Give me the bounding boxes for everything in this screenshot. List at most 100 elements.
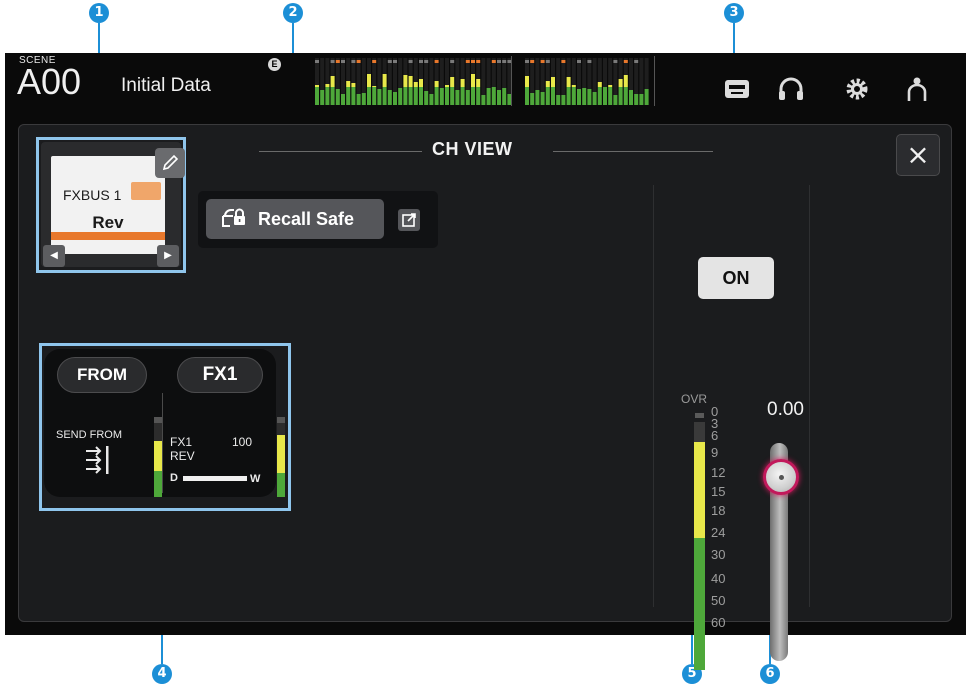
panel-title: CH VIEW — [432, 139, 513, 159]
ovr-label: OVR — [681, 392, 708, 406]
overview-meter-green — [644, 89, 649, 105]
overview-meter-green — [372, 87, 377, 105]
overview-meter-green — [471, 87, 475, 105]
prev-channel-button[interactable]: ◀ — [43, 245, 65, 267]
recall-safe-popup-button[interactable] — [398, 209, 420, 231]
overview-meters[interactable] — [303, 53, 655, 109]
scene-title[interactable]: Initial Data — [121, 75, 211, 97]
signal-flow-block[interactable]: FROM FX1 SEND FROM FX1 REV 100 D W — [44, 349, 285, 497]
ovr-indicator — [695, 413, 704, 418]
overview-meter-green — [613, 95, 618, 105]
overview-meter-peak — [525, 60, 529, 63]
overview-meter-green — [491, 87, 496, 105]
overview-meter-green — [403, 87, 408, 105]
overview-meter-peak — [471, 60, 475, 63]
overview-meter-peak — [577, 60, 581, 63]
overview-meter-yellow — [471, 74, 475, 87]
overview-meter-peak — [491, 60, 496, 63]
overview-meter-peak — [530, 60, 535, 63]
divider — [653, 185, 654, 607]
channel-name: Rev — [92, 213, 124, 232]
edit-badge: E — [268, 58, 281, 71]
overview-meter-peak — [634, 60, 639, 63]
fader-knob[interactable] — [763, 459, 799, 495]
overview-meter-yellow — [525, 76, 529, 87]
overview-meter-yellow — [608, 85, 613, 87]
overview-meter-peak — [545, 60, 550, 63]
overview-meter-green — [429, 94, 434, 105]
overview-meter-green — [424, 91, 429, 105]
overview-meter-green — [618, 87, 623, 105]
overview-meter-green — [408, 87, 413, 105]
fx-button[interactable]: FX1 — [177, 357, 263, 393]
io-divider — [162, 393, 163, 493]
callout-3: 3 — [724, 3, 744, 23]
overview-meter-green — [577, 89, 581, 105]
overview-meter-green — [545, 87, 550, 105]
overview-meter-green — [587, 89, 592, 105]
recall-safe-button[interactable]: Recall Safe — [206, 199, 384, 239]
callout-2: 2 — [283, 3, 303, 23]
fader-knob-center — [779, 475, 784, 480]
overview-meter-peak — [424, 60, 429, 63]
overview-meter-peak — [502, 60, 507, 63]
channel-on-button[interactable]: ON — [698, 257, 774, 299]
callout-4: 4 — [152, 664, 172, 684]
overview-meter-green — [346, 87, 351, 105]
overview-meter-yellow — [413, 82, 418, 87]
pencil-icon — [162, 154, 179, 171]
overview-meter-peak — [372, 60, 377, 63]
overview-meter-green — [486, 88, 491, 105]
mix-dry-label: D — [170, 472, 178, 484]
ch-view-panel: CH VIEW × FXBUS 1 Rev ◀ ▶ Recall Safe FR… — [18, 124, 952, 670]
next-channel-button[interactable]: ▶ — [157, 245, 179, 267]
overview-meter-green — [497, 90, 501, 105]
from-button[interactable]: FROM — [57, 357, 147, 393]
fader-value: 0.00 — [767, 399, 804, 420]
overview-meter-peak — [587, 60, 592, 63]
overview-meter-green — [413, 87, 418, 105]
overview-meter-green — [540, 92, 545, 105]
overview-meter-yellow — [566, 77, 571, 87]
overview-meter-yellow — [460, 79, 465, 87]
overview-meter-peak — [540, 60, 545, 63]
gear-icon[interactable] — [843, 75, 871, 103]
fx-bus-tag — [131, 182, 161, 200]
mix-bar — [183, 476, 247, 481]
overview-meter-peak — [613, 60, 618, 63]
close-button[interactable]: × — [896, 134, 940, 176]
overview-meter-peak — [393, 60, 397, 63]
overview-meter-yellow — [408, 76, 413, 87]
channel-name-card[interactable]: FXBUS 1 Rev ◀ ▶ — [41, 142, 185, 267]
overview-meter-peak — [450, 60, 455, 63]
scene-number[interactable]: A00 — [17, 64, 81, 100]
overview-meter-green — [445, 87, 449, 105]
recall-safe-icon — [222, 208, 245, 227]
overview-meter-green — [592, 92, 597, 105]
user-icon[interactable] — [903, 75, 931, 103]
overview-meter-green — [367, 87, 371, 105]
overview-meter-yellow — [367, 74, 371, 87]
edit-name-button[interactable] — [155, 148, 185, 178]
overview-meter-yellow — [372, 86, 377, 87]
overview-meter-green — [434, 87, 439, 105]
overview-meter-yellow — [551, 77, 555, 87]
overview-meter-green — [639, 94, 644, 105]
meter-scale-label: 12 — [711, 465, 726, 480]
overview-meter-green — [597, 87, 602, 105]
overview-meter-yellow — [476, 79, 481, 87]
overview-meter-green — [351, 87, 356, 105]
headphones-icon[interactable] — [777, 75, 805, 103]
overview-meter-green — [535, 90, 540, 105]
external-link-icon — [402, 213, 416, 227]
channel-color-bar — [51, 232, 165, 240]
meter-scale-label: 18 — [711, 503, 726, 518]
overview-meter-yellow — [445, 85, 449, 87]
overview-meter-yellow — [315, 85, 319, 87]
recorder-icon[interactable] — [723, 75, 751, 103]
overview-meter-green — [629, 90, 633, 105]
page: 1 2 3 4 5 6 SCENE A00 Initial Data E CH … — [0, 0, 969, 687]
overview-meter-green — [387, 90, 392, 105]
title-rule-left — [259, 151, 422, 152]
overview-meter-yellow — [382, 74, 387, 87]
